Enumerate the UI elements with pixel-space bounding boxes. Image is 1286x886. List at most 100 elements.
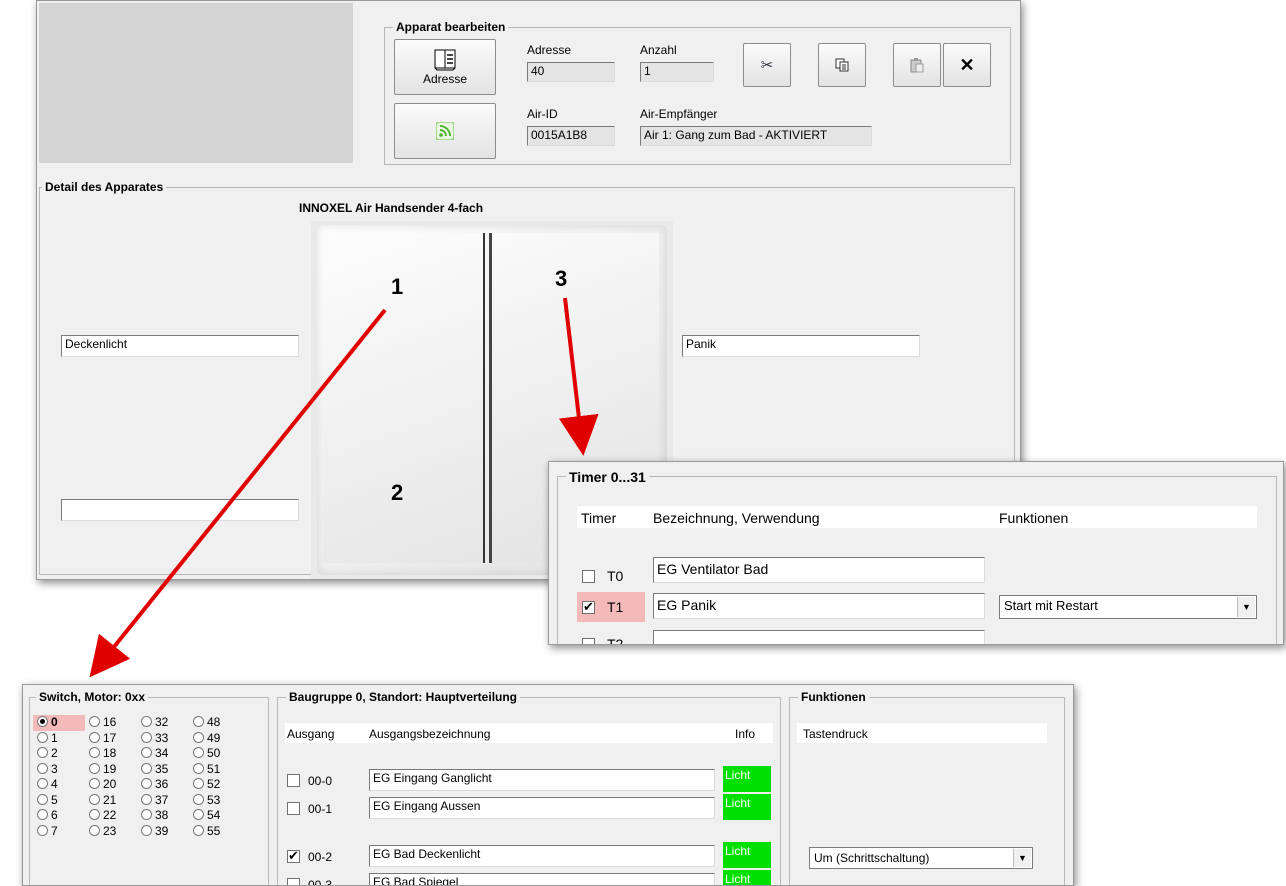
switch-radio-2[interactable]: 2 — [33, 746, 85, 762]
switch-radio-4[interactable]: 4 — [33, 777, 85, 793]
switch-radio-label: 21 — [103, 792, 117, 807]
timer-t2-label: T2 — [607, 636, 624, 645]
airempf-field[interactable]: Air 1: Gang zum Bad - AKTIVIERT — [640, 126, 872, 146]
switch-radio-35[interactable]: 35 — [137, 762, 189, 778]
switch-radio-label: 35 — [155, 761, 169, 776]
switch-radio-20[interactable]: 20 — [85, 777, 137, 793]
output-00-0-checkbox[interactable] — [287, 774, 300, 787]
switch-radio-22[interactable]: 22 — [85, 808, 137, 824]
switch-radio-37[interactable]: 37 — [137, 793, 189, 809]
radio-icon — [193, 716, 204, 727]
radio-icon — [37, 793, 48, 805]
radio-icon — [89, 824, 100, 836]
switch-radio-3[interactable]: 3 — [33, 762, 85, 778]
key-3-field[interactable]: Panik — [682, 335, 920, 357]
output-00-1-name[interactable]: EG Eingang Aussen — [369, 797, 715, 819]
radio-icon — [193, 824, 204, 836]
output-00-1-info: Licht — [723, 794, 771, 820]
apparat-group-title: Apparat bearbeiten — [393, 20, 509, 34]
paste-icon — [910, 57, 924, 72]
switch-radio-50[interactable]: 50 — [189, 746, 241, 762]
switch-radio-label: 16 — [103, 715, 117, 729]
output-00-3-checkbox[interactable] — [287, 878, 300, 885]
cut-button[interactable]: ✂ — [743, 43, 791, 87]
output-00-2-checkbox[interactable] — [287, 848, 300, 864]
switch-radio-38[interactable]: 38 — [137, 808, 189, 824]
chevron-down-icon[interactable]: ▼ — [1013, 849, 1031, 867]
switch-radio-55[interactable]: 55 — [189, 824, 241, 840]
switch-radio-19[interactable]: 19 — [85, 762, 137, 778]
chevron-down-icon[interactable]: ▼ — [1237, 597, 1255, 617]
switch-radio-52[interactable]: 52 — [189, 777, 241, 793]
output-00-2-label: 00-2 — [308, 850, 333, 864]
airid-field[interactable]: 0015A1B8 — [527, 126, 615, 146]
switch-radio-36[interactable]: 36 — [137, 777, 189, 793]
switch-radio-label: 17 — [103, 730, 117, 745]
switch-radio-row: 3 19 35 51 — [33, 762, 241, 778]
switch-radio-49[interactable]: 49 — [189, 731, 241, 747]
switch-radio-16[interactable]: 16 — [85, 715, 137, 731]
timer-t1-checkbox[interactable] — [582, 599, 595, 615]
switch-radio-51[interactable]: 51 — [189, 762, 241, 778]
switch-radio-row: 5 21 37 53 — [33, 793, 241, 809]
switch-radio-34[interactable]: 34 — [137, 746, 189, 762]
tastendruck-value: Um (Schrittschaltung) — [814, 851, 930, 865]
timer-t0-checkbox[interactable] — [582, 570, 595, 583]
switch-radio-label: 18 — [103, 746, 117, 760]
switch-radio-6[interactable]: 6 — [33, 808, 85, 824]
output-00-0-name[interactable]: EG Eingang Ganglicht — [369, 769, 715, 791]
key-1[interactable] — [323, 233, 485, 563]
timer-t0-name[interactable]: EG Ventilator Bad — [653, 557, 985, 583]
switch-radio-1[interactable]: 1 — [33, 731, 85, 747]
radio-icon — [89, 731, 100, 743]
radio-icon — [141, 778, 152, 789]
output-00-2-name[interactable]: EG Bad Deckenlicht — [369, 845, 715, 867]
switch-radio-33[interactable]: 33 — [137, 731, 189, 747]
switch-radio-23[interactable]: 23 — [85, 824, 137, 840]
switch-radio-32[interactable]: 32 — [137, 715, 189, 731]
switch-radio-label: 2 — [51, 746, 58, 760]
switch-radio-54[interactable]: 54 — [189, 808, 241, 824]
switch-radio-label: 5 — [51, 792, 58, 807]
timer-t1-function-select[interactable]: Start mit Restart ▼ — [999, 595, 1257, 619]
radio-icon — [141, 762, 152, 774]
adresse-button[interactable]: Adresse — [394, 39, 496, 95]
output-00-3-info: Licht — [723, 870, 771, 885]
key-2-field[interactable] — [61, 499, 299, 521]
timer-t2-name[interactable] — [653, 630, 985, 644]
key-1-field[interactable]: Deckenlicht — [61, 335, 299, 357]
anzahl-field[interactable]: 1 — [640, 62, 714, 82]
radio-icon — [193, 731, 204, 743]
switch-radio-39[interactable]: 39 — [137, 824, 189, 840]
switch-radio-18[interactable]: 18 — [85, 746, 137, 762]
col-ausgang: Ausgang — [287, 727, 335, 741]
output-00-3-name[interactable]: EG Bad Spiegel — [369, 873, 715, 885]
radio-icon — [89, 762, 100, 774]
delete-button[interactable]: ✕ — [943, 43, 991, 87]
switch-radio-17[interactable]: 17 — [85, 731, 137, 747]
radio-icon — [141, 747, 152, 758]
switch-radio-53[interactable]: 53 — [189, 793, 241, 809]
switch-radio-21[interactable]: 21 — [85, 793, 137, 809]
paste-button[interactable] — [893, 43, 941, 87]
switch-radio-48[interactable]: 48 — [189, 715, 241, 731]
switch-radio-7[interactable]: 7 — [33, 824, 85, 840]
air-button[interactable] — [394, 103, 496, 159]
switch-radio-5[interactable]: 5 — [33, 793, 85, 809]
output-00-3-label: 00-3 — [308, 878, 333, 886]
switch-radio-label: 53 — [207, 792, 221, 807]
copy-icon — [835, 58, 849, 72]
copy-button[interactable] — [818, 43, 866, 87]
tastendruck-select[interactable]: Um (Schrittschaltung) ▼ — [809, 847, 1033, 869]
output-00-1-checkbox[interactable] — [287, 802, 300, 815]
switch-radio-row: 4 20 36 52 — [33, 777, 241, 793]
switch-radio-0[interactable]: 0 — [33, 715, 85, 731]
timer-t1-function-value: Start mit Restart — [1004, 598, 1098, 613]
switch-radio-label: 22 — [103, 808, 117, 822]
adresse-field[interactable]: 40 — [527, 62, 615, 82]
switch-radio-row: 7 23 39 55 — [33, 824, 241, 840]
timer-t1-name[interactable]: EG Panik — [653, 593, 985, 619]
output-00-2-info: Licht — [723, 842, 771, 868]
timer-t2-checkbox[interactable] — [582, 638, 595, 644]
switch-radio-label: 20 — [103, 777, 117, 791]
